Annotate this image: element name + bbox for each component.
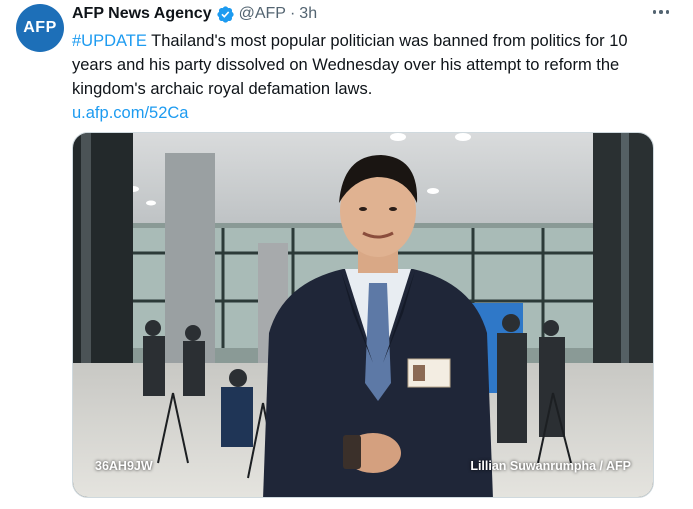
tweet-text: #UPDATE Thailand's most popular politici…	[72, 29, 672, 125]
tweet-content: AFP News Agency @AFP · 3h #UPDATE Thaila…	[72, 0, 677, 125]
verified-badge-icon	[216, 5, 234, 23]
timestamp[interactable]: 3h	[299, 5, 317, 23]
avatar-logo-text: AFP	[23, 19, 57, 36]
tweet-link[interactable]: u.afp.com/52Ca	[72, 101, 672, 125]
avatar[interactable]: AFP	[16, 4, 64, 52]
tweet-body: Thailand's most popular politician was b…	[72, 32, 628, 98]
tweet-header: AFP News Agency @AFP · 3h	[72, 1, 677, 27]
photo-credit: Lillian Suwanrumpha / AFP	[470, 459, 631, 473]
author-handle[interactable]: @AFP	[239, 5, 286, 23]
photo-illustration	[73, 133, 653, 497]
hashtag-link[interactable]: #UPDATE	[72, 32, 147, 50]
separator-dot: ·	[289, 5, 296, 22]
more-options-icon[interactable]	[651, 6, 671, 18]
tweet-photo[interactable]: 36AH9JW Lillian Suwanrumpha / AFP	[72, 132, 654, 498]
tweet[interactable]: AFP AFP News Agency @AFP · 3h #UPDATE Th…	[0, 0, 693, 509]
author-name[interactable]: AFP News Agency	[72, 5, 212, 23]
photo-code: 36AH9JW	[95, 459, 153, 473]
